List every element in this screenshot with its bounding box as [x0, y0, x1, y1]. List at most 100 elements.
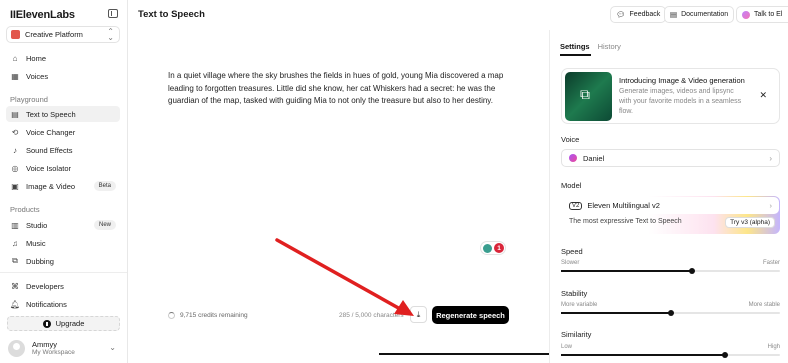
- divider: [0, 272, 127, 273]
- beta-badge: Beta: [93, 181, 116, 191]
- workspace-selector[interactable]: Creative Platform ⌃ ⌄: [6, 26, 120, 43]
- voice-value: Daniel: [583, 153, 605, 163]
- close-icon[interactable]: ✕: [759, 90, 767, 101]
- sidebar-item-label: Image & Video: [26, 181, 76, 191]
- sidebar-item-image-video[interactable]: ▣ Image & Video Beta: [6, 178, 120, 194]
- sidebar-item-label: Home: [26, 53, 47, 63]
- isolator-icon: ◎: [11, 163, 19, 173]
- slider-ends: Slower Faster: [561, 260, 780, 266]
- slider-thumb[interactable]: [667, 310, 674, 316]
- editor-area: In a quiet village where the sky brushes…: [128, 30, 549, 363]
- slider-fill: [561, 270, 693, 272]
- panel-tabs: Settings History: [560, 42, 629, 51]
- model-select[interactable]: V2 Eleven Multilingual v2 ›: [562, 197, 779, 214]
- audio-progress-bar[interactable]: [379, 353, 549, 355]
- sidebar-item-notifications[interactable]: 🔔︎ Notifications: [6, 296, 120, 312]
- text-icon: ▤: [11, 109, 19, 119]
- slider-max-label: High: [767, 344, 780, 350]
- slider-ends: More variable More stable: [561, 302, 780, 308]
- character-count: 285 / 5,000 characters: [339, 312, 404, 319]
- promo-card[interactable]: Introducing Image & Video generation Gen…: [561, 68, 780, 124]
- documentation-button[interactable]: ▤ Documentation: [664, 6, 735, 23]
- talk-label: Talk to El: [754, 11, 783, 18]
- slider-min-label: Slower: [561, 260, 580, 266]
- bell-icon: 🔔︎: [9, 299, 21, 309]
- sidebar-item-voices[interactable]: ▦ Voices: [6, 68, 120, 84]
- settings-panel: Settings History Introducing Image & Vid…: [549, 30, 788, 363]
- chevron-right-icon: ›: [769, 153, 772, 163]
- studio-icon: ▥: [11, 220, 19, 230]
- sidebar-item-music[interactable]: ♫ Music: [6, 235, 120, 251]
- sidebar-item-voice-changer[interactable]: ⟲ Voice Changer: [6, 124, 120, 140]
- tab-underline: [560, 54, 591, 56]
- section-playground: Playground: [10, 95, 48, 104]
- promo-description: Generate images, videos and lipsync with…: [619, 88, 742, 115]
- slider-thumb[interactable]: [722, 352, 729, 358]
- stability-label: Stability: [561, 289, 588, 298]
- download-icon: ⤓: [416, 309, 421, 319]
- sound-icon: ♪: [13, 145, 17, 155]
- section-products: Products: [10, 205, 40, 214]
- similarity-label: Similarity: [561, 330, 592, 339]
- sidebar: IIElevenLabs Creative Platform ⌃ ⌄ ⌂ Home…: [0, 0, 128, 363]
- brand-logo[interactable]: IIElevenLabs: [10, 9, 75, 21]
- voice-changer-icon: ⟲: [11, 127, 19, 137]
- chevron-updown-icon: ⌃ ⌄: [107, 27, 114, 42]
- regenerate-speech-button[interactable]: Regenerate speech: [432, 306, 509, 324]
- voice-label: Voice: [561, 135, 580, 144]
- slider-track[interactable]: [561, 268, 780, 274]
- sidebar-item-dubbing[interactable]: ⧉ Dubbing: [6, 253, 120, 269]
- model-value: Eleven Multilingual v2: [587, 201, 660, 210]
- agent-avatar-icon: [742, 10, 750, 19]
- voices-icon: ▦: [11, 71, 19, 81]
- slider-track[interactable]: [561, 352, 780, 358]
- model-label: Model: [561, 181, 582, 190]
- feedback-button[interactable]: 💬︎ Feedback: [610, 6, 667, 23]
- model-card: V2 Eleven Multilingual v2 › The most exp…: [561, 196, 780, 234]
- download-button[interactable]: ⤓: [410, 306, 427, 323]
- promo-image: [565, 72, 612, 121]
- tab-history[interactable]: History: [598, 42, 621, 51]
- collapse-sidebar-icon[interactable]: [108, 9, 118, 18]
- sidebar-item-voice-isolator[interactable]: ◎ Voice Isolator: [6, 160, 120, 176]
- chat-icon: 💬︎: [616, 10, 626, 19]
- sidebar-item-label: Voices: [26, 71, 49, 81]
- upgrade-icon: [42, 319, 51, 328]
- user-workspace: My Workspace: [32, 349, 75, 356]
- workspace-label: Creative Platform: [25, 30, 83, 39]
- voice-select[interactable]: Daniel ›: [561, 149, 780, 167]
- sidebar-item-label: Studio: [26, 220, 48, 230]
- sidebar-item-text-to-speech[interactable]: ▤ Text to Speech: [6, 106, 120, 122]
- sidebar-item-developers[interactable]: ⌘ Developers: [6, 278, 120, 294]
- music-icon: ♫: [12, 238, 18, 248]
- model-version-tag: V2: [569, 201, 583, 210]
- user-menu[interactable]: Ammyy My Workspace ⌄: [8, 339, 120, 359]
- sidebar-item-label: Text to Speech: [26, 109, 76, 119]
- talk-to-el-button[interactable]: Talk to El: [736, 6, 788, 23]
- tab-settings[interactable]: Settings: [560, 42, 590, 51]
- chevron-right-icon: ›: [769, 201, 773, 210]
- topbar: Text to Speech 💬︎ Feedback ▤ Documentati…: [128, 0, 788, 30]
- credits-status: 9,715 credits remaining: [168, 312, 248, 319]
- try-v3-button[interactable]: Try v3 (alpha): [725, 217, 775, 228]
- slider-fill: [561, 354, 726, 356]
- sidebar-item-label: Developers: [26, 281, 64, 291]
- upgrade-button[interactable]: Upgrade: [7, 316, 120, 331]
- sidebar-item-studio[interactable]: ▥ Studio New: [6, 217, 120, 233]
- new-badge: New: [93, 220, 116, 230]
- user-name: Ammyy: [32, 340, 57, 349]
- feedback-label: Feedback: [629, 11, 661, 18]
- slider-thumb[interactable]: [689, 268, 696, 274]
- sidebar-item-sound-effects[interactable]: ♪ Sound Effects: [6, 142, 120, 158]
- image-icon: ▣: [11, 181, 19, 191]
- notification-pill[interactable]: 1: [480, 241, 506, 255]
- slider-track[interactable]: [561, 310, 780, 316]
- credits-label: 9,715 credits remaining: [180, 312, 248, 319]
- assistant-icon: [483, 243, 492, 253]
- text-input[interactable]: In a quiet village where the sky brushes…: [168, 70, 513, 108]
- sidebar-item-home[interactable]: ⌂ Home: [6, 50, 120, 66]
- sidebar-item-label: Voice Isolator: [26, 163, 72, 173]
- slider-max-label: Faster: [762, 260, 780, 266]
- promo-title: Introducing Image & Video generation: [619, 76, 745, 85]
- upgrade-label: Upgrade: [55, 319, 85, 328]
